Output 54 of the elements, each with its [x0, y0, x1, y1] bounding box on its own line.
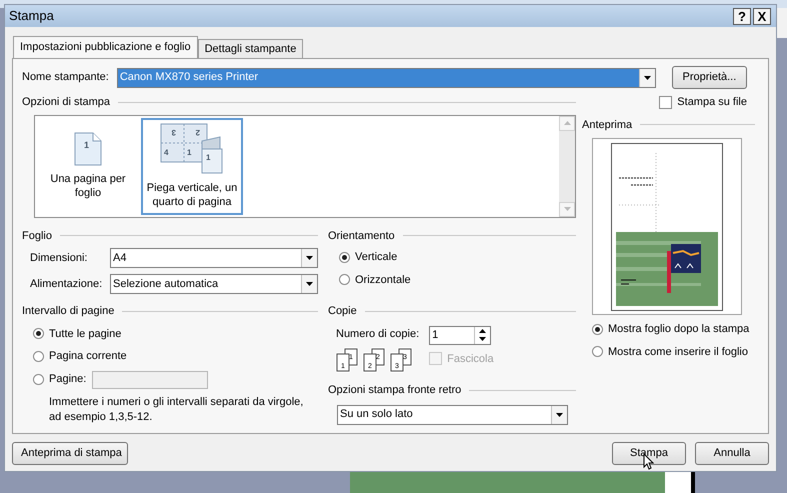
group-title: Intervallo di pagine: [22, 304, 114, 319]
radio-label: Mostra come inserire il foglio: [608, 344, 748, 360]
close-button[interactable]: X: [753, 8, 771, 24]
radio-label: Pagina corrente: [49, 349, 127, 364]
option-label: Una pagina per foglio: [49, 172, 127, 200]
properties-button[interactable]: Proprietà...: [672, 66, 748, 89]
group-title: Foglio: [22, 228, 52, 244]
dropdown-arrow-icon: [306, 256, 313, 260]
group-title: Opzioni stampa fronte retro: [328, 383, 462, 398]
option-label: Piega verticale, un quarto di pagina: [146, 181, 238, 209]
print-option-tile[interactable]: 3 2 4 1 1 Piega verticale, un quarto di pagina: [141, 118, 243, 214]
scroll-up-icon[interactable]: [564, 121, 570, 125]
group-title: Orientamento: [328, 228, 395, 244]
radio-button[interactable]: [592, 346, 603, 358]
group-title: Copie: [328, 304, 357, 319]
field-label: Alimentazione:: [30, 276, 104, 292]
checkbox[interactable]: [659, 96, 672, 109]
radio-label: Mostra foglio dopo la stampa: [608, 322, 750, 337]
printer-select[interactable]: Canon MX870 series Printer: [116, 68, 656, 88]
radio-label: Pagine:: [49, 372, 86, 388]
tab[interactable]: Dettagli stampante: [198, 39, 304, 58]
checkbox-label: Stampa su file: [677, 95, 747, 110]
radio-button[interactable]: [592, 324, 603, 335]
checkbox-label: Fascicola: [447, 352, 494, 366]
dropdown-arrow-icon: [306, 282, 313, 286]
dropdown[interactable]: Selezione automatica: [110, 274, 318, 294]
group-title: Opzioni di stampa: [22, 95, 110, 110]
print-preview-button[interactable]: Anteprima di stampa: [12, 442, 128, 465]
help-button[interactable]: ?: [733, 8, 751, 24]
print-button[interactable]: Stampa: [612, 442, 686, 465]
radio-button[interactable]: [33, 350, 44, 362]
radio-button[interactable]: [339, 252, 350, 263]
field-label: Numero di copie:: [336, 326, 420, 342]
copies-spinner[interactable]: 1: [429, 326, 492, 344]
radio-label: Verticale: [355, 250, 398, 265]
print-option-tile[interactable]: 1 Una pagina per foglio: [37, 118, 139, 214]
hint-text: Immettere i numeri o gli intervalli separati da virgole, ad esempio 1,3,5-12.: [48, 394, 304, 424]
radio-button[interactable]: [33, 374, 44, 385]
field-label: Nome stampante:: [22, 70, 109, 86]
tab[interactable]: Impostazioni pubblicazione e foglio: [13, 36, 198, 58]
field-label: Dimensioni:: [30, 250, 88, 266]
scroll-down-icon[interactable]: [564, 207, 570, 211]
dropdown[interactable]: A4: [110, 248, 318, 268]
radio-label: Orizzontale: [355, 272, 411, 288]
cancel-button[interactable]: Annulla: [695, 442, 769, 465]
dropdown-arrow-icon: [556, 412, 563, 416]
dropdown[interactable]: Su un solo lato: [337, 404, 568, 424]
radio-label: Tutte le pagine: [49, 326, 122, 342]
radio-button[interactable]: [33, 328, 44, 340]
dropdown-arrow-icon: [644, 76, 651, 80]
window-title: Stampa: [9, 7, 54, 26]
group-title: Anteprima: [582, 118, 632, 132]
single-page-icon: 1: [74, 132, 102, 166]
radio-button[interactable]: [339, 274, 350, 286]
